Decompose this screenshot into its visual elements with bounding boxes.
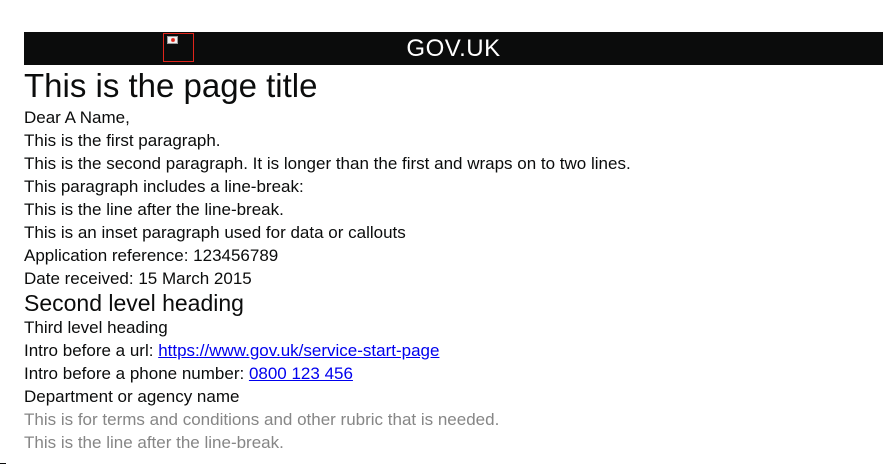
govuk-header: GOV.UK xyxy=(24,32,883,65)
second-paragraph: This is the second paragraph. It is long… xyxy=(24,154,631,173)
date-received: Date received: 15 March 2015 xyxy=(24,269,252,288)
page-content: This is the page title Dear A Name, This… xyxy=(24,66,864,454)
edge-mark xyxy=(0,463,6,464)
third-level-heading: Third level heading xyxy=(24,318,168,337)
salutation: Dear A Name, xyxy=(24,108,130,127)
rubric-after-break: This is the line after the line-break. xyxy=(24,433,284,452)
terms-rubric: This is for terms and conditions and oth… xyxy=(24,410,500,429)
service-start-link[interactable]: https://www.gov.uk/service-start-page xyxy=(158,341,439,360)
page-title: This is the page title xyxy=(24,67,318,104)
application-reference: Application reference: 123456789 xyxy=(24,246,279,265)
phone-intro: Intro before a phone number: xyxy=(24,364,249,383)
second-level-heading: Second level heading xyxy=(24,290,244,316)
url-intro: Intro before a url: xyxy=(24,341,159,360)
line-break-paragraph: This paragraph includes a line-break: xyxy=(24,177,304,196)
inset-paragraph: This is an inset paragraph used for data… xyxy=(24,223,406,242)
url-paragraph: Intro before a url: https://www.gov.uk/s… xyxy=(24,339,864,362)
department-name: Department or agency name xyxy=(24,387,240,406)
phone-paragraph: Intro before a phone number: 0800 123 45… xyxy=(24,362,864,385)
phone-number-link[interactable]: 0800 123 456 xyxy=(249,364,353,383)
govuk-brand-text[interactable]: GOV.UK xyxy=(24,32,883,65)
first-paragraph: This is the first paragraph. xyxy=(24,131,221,150)
line-after-break: This is the line after the line-break. xyxy=(24,200,284,219)
